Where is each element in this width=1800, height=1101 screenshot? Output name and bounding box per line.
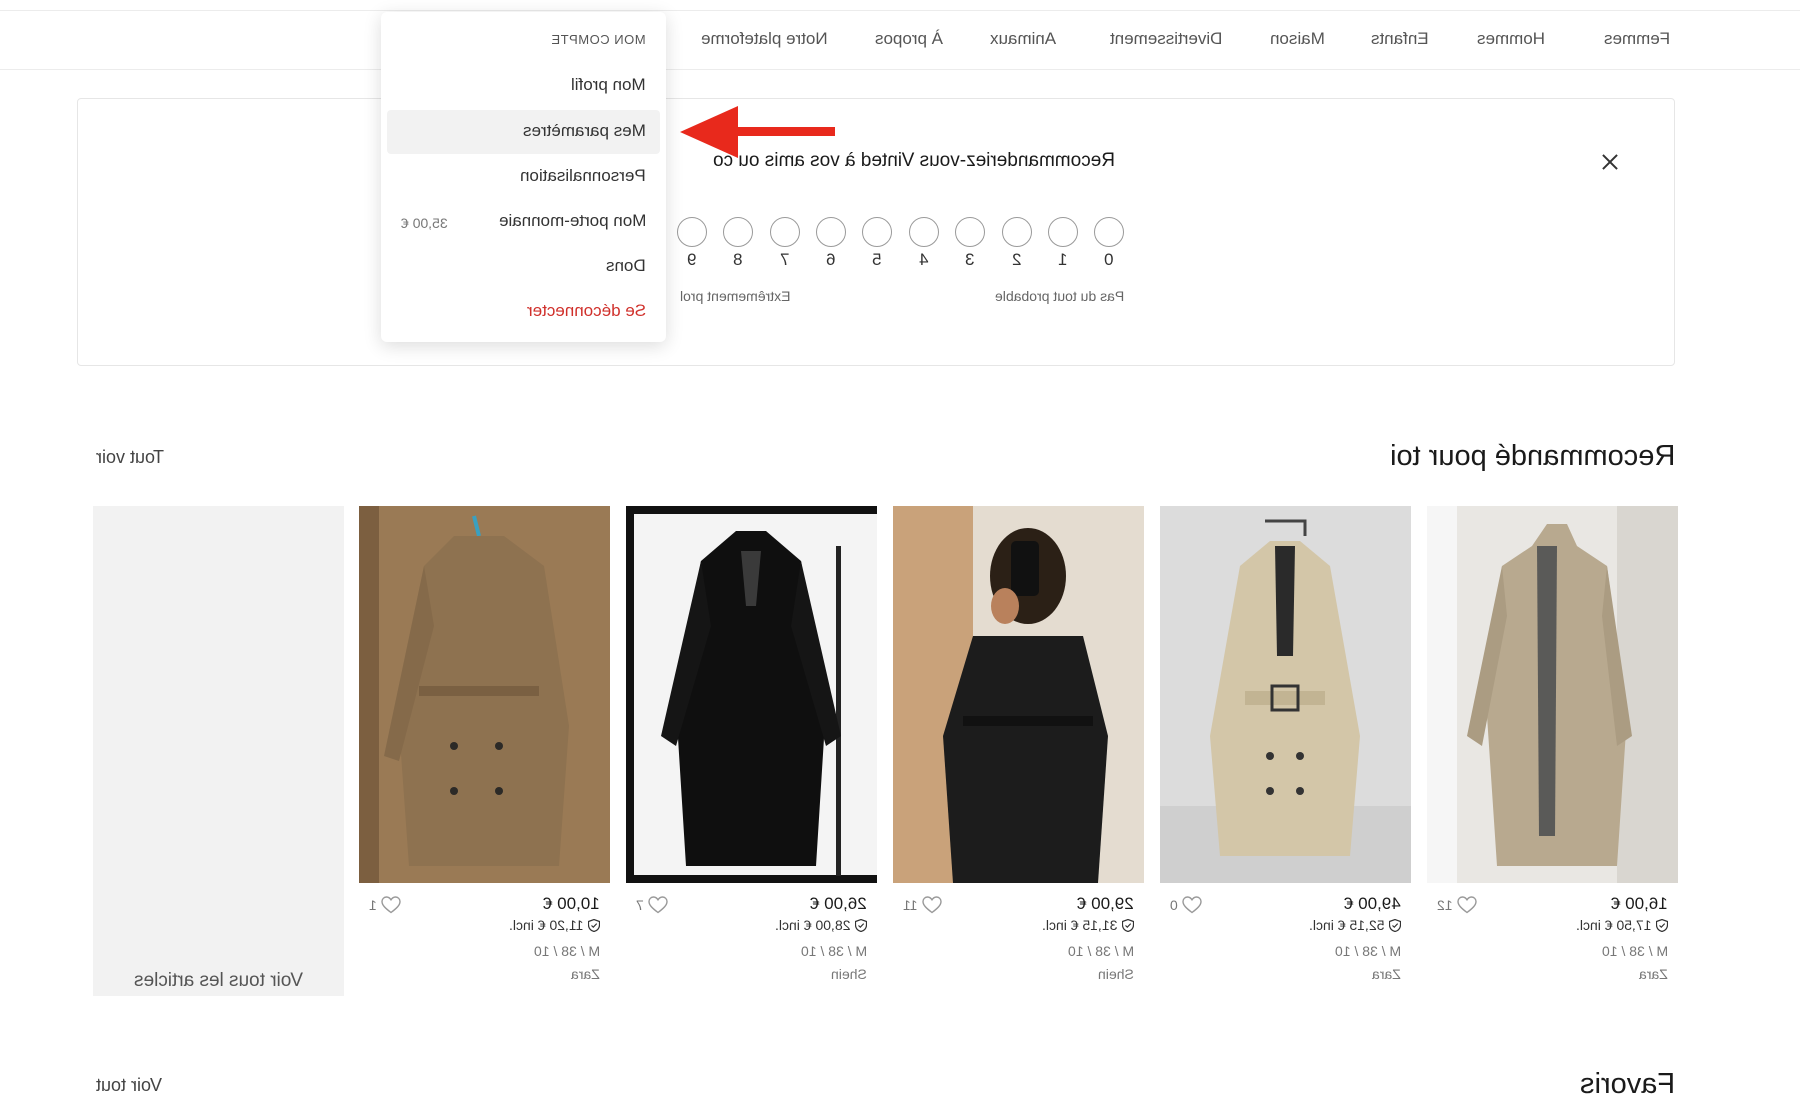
favorite-count: 0 (1170, 897, 1178, 913)
nps-radio-0[interactable] (1094, 217, 1124, 247)
nav-item-a-propos[interactable]: À propos (875, 29, 943, 49)
heart-icon (921, 896, 942, 914)
nps-radio-7[interactable] (770, 217, 800, 247)
recommended-title: Recommandé pour toi (1389, 440, 1675, 472)
product-price-incl: 11,20 € incl. (509, 917, 600, 933)
favorite-button[interactable]: 0 (1170, 896, 1202, 914)
nps-label-6: 6 (826, 250, 836, 269)
nps-radio-3[interactable] (955, 217, 985, 247)
heart-icon (1182, 896, 1202, 914)
nav-item-animaux[interactable]: Animaux (990, 29, 1056, 49)
nps-label-4: 4 (919, 250, 929, 269)
nps-label-3: 3 (965, 250, 975, 269)
product-size: M / 38 / 10 (1601, 943, 1668, 959)
product-image[interactable] (626, 506, 877, 883)
nav-item-femmes[interactable]: Femmes (1604, 29, 1670, 49)
favorite-count: 7 (636, 897, 644, 913)
nav-item-maison[interactable]: Maison (1270, 29, 1325, 49)
product-image[interactable] (359, 506, 610, 883)
product-card[interactable]: 10,00 € 11,20 € incl. M / 38 / 10 Zara 1 (359, 506, 610, 982)
product-image[interactable] (1160, 506, 1411, 883)
nps-radio-2[interactable] (1002, 217, 1032, 247)
product-card[interactable]: 16,00 € 17,50 € incl. M / 38 / 10 Zara 1… (1427, 506, 1678, 982)
nps-label-9: 9 (687, 250, 697, 269)
product-price: 26,00 € (810, 894, 867, 913)
buyer-protection-shield-icon (1656, 918, 1668, 932)
product-price: 49,00 € (1344, 894, 1401, 913)
nav-item-hommes[interactable]: Hommes (1477, 29, 1545, 49)
recommended-see-all-link[interactable]: Tout voir (96, 447, 164, 468)
menu-header: MON COMPTE (551, 32, 646, 47)
nps-label-1: 1 (1058, 250, 1068, 269)
account-dropdown-menu: MON COMPTE Mon profil Mes paramètres Per… (381, 12, 666, 342)
product-price-incl: 31,15 € incl. (1042, 917, 1134, 933)
buyer-protection-shield-icon (855, 918, 867, 932)
product-price-incl: 28,00 € incl. (775, 917, 867, 933)
heart-icon (1456, 896, 1477, 914)
nps-label-5: 5 (872, 250, 882, 269)
buyer-protection-shield-icon (1122, 918, 1134, 932)
product-price: 16,00 € (1611, 894, 1668, 913)
menu-item-logout[interactable]: Se déconnecter (527, 301, 646, 321)
buyer-protection-shield-icon (1389, 918, 1401, 932)
nps-label-7: 7 (780, 250, 790, 269)
nps-label-0: 0 (1104, 250, 1114, 269)
product-card[interactable]: 29,00 € 31,15 € incl. M / 38 / 10 Shein … (893, 506, 1144, 982)
nps-radio-4[interactable] (909, 217, 939, 247)
favorite-button[interactable]: 12 (1437, 896, 1477, 914)
product-card[interactable]: 49,00 € 52,15 € incl. M / 38 / 10 Zara 0 (1160, 506, 1411, 982)
menu-item-dons[interactable]: Dons (606, 256, 646, 276)
favorite-button[interactable]: 1 (369, 896, 401, 914)
product-size: M / 38 / 10 (533, 943, 600, 959)
nps-radio-5[interactable] (862, 217, 892, 247)
product-brand: Zara (1372, 966, 1401, 982)
product-price-incl: 17,50 € incl. (1576, 917, 1668, 933)
nps-radio-8[interactable] (723, 217, 753, 247)
favorite-count: 12 (1437, 897, 1453, 913)
nav-item-enfants[interactable]: Enfants (1371, 29, 1429, 49)
nav-item-notre-plateforme[interactable]: Notre plateforme (701, 29, 828, 49)
product-brand: Shein (1098, 966, 1134, 982)
top-bar-border (0, 0, 1800, 11)
product-image[interactable] (1427, 506, 1678, 883)
product-size: M / 38 / 10 (800, 943, 867, 959)
product-image[interactable] (893, 506, 1144, 883)
buyer-protection-shield-icon (588, 918, 600, 932)
favorites-title: Favoris (1579, 1068, 1675, 1100)
product-card[interactable]: 26,00 € 28,00 € incl. M / 38 / 10 Shein … (626, 506, 877, 982)
favorites-see-all-link[interactable]: Voir tout (96, 1075, 162, 1096)
close-icon[interactable] (1598, 150, 1622, 174)
favorite-button[interactable]: 11 (903, 896, 942, 914)
product-brand: Shein (831, 966, 867, 982)
product-price: 10,00 € (543, 894, 600, 913)
menu-item-porte-monnaie[interactable]: Mon porte-monnaie (499, 211, 646, 231)
nps-radio-6[interactable] (816, 217, 846, 247)
product-size: M / 38 / 10 (1067, 943, 1134, 959)
see-all-articles-tile[interactable]: Voir tous les articles (93, 506, 344, 996)
nps-label-2: 2 (1012, 250, 1022, 269)
category-nav: Femmes Hommes Enfants Maison Divertissem… (0, 11, 1800, 70)
nps-radio-9[interactable] (677, 217, 707, 247)
product-size: M / 38 / 10 (1334, 943, 1401, 959)
nps-radio-1[interactable] (1048, 217, 1078, 247)
favorite-button[interactable]: 7 (636, 896, 668, 914)
product-brand: Zara (1639, 966, 1668, 982)
heart-icon (381, 896, 401, 914)
product-brand: Zara (571, 966, 600, 982)
product-price-incl: 52,15 € incl. (1309, 917, 1401, 933)
nps-label-8: 8 (733, 250, 743, 269)
product-price: 29,00 € (1077, 894, 1134, 913)
wallet-balance: 35,00 € (401, 215, 448, 231)
heart-icon (648, 896, 668, 914)
nav-item-divertissement[interactable]: Divertissement (1110, 29, 1222, 49)
annotation-arrow-icon (680, 106, 835, 158)
favorite-count: 1 (369, 897, 377, 913)
menu-item-mon-profil[interactable]: Mon profil (571, 75, 646, 95)
scale-label-low: Pas du tout probable (994, 288, 1124, 304)
menu-item-mes-parametres[interactable]: Mes paramètres (523, 121, 646, 141)
menu-item-personnalisation[interactable]: Personnalisation (520, 166, 646, 186)
scale-label-high: Extrêmement prol (679, 288, 790, 304)
favorite-count: 11 (903, 897, 918, 913)
